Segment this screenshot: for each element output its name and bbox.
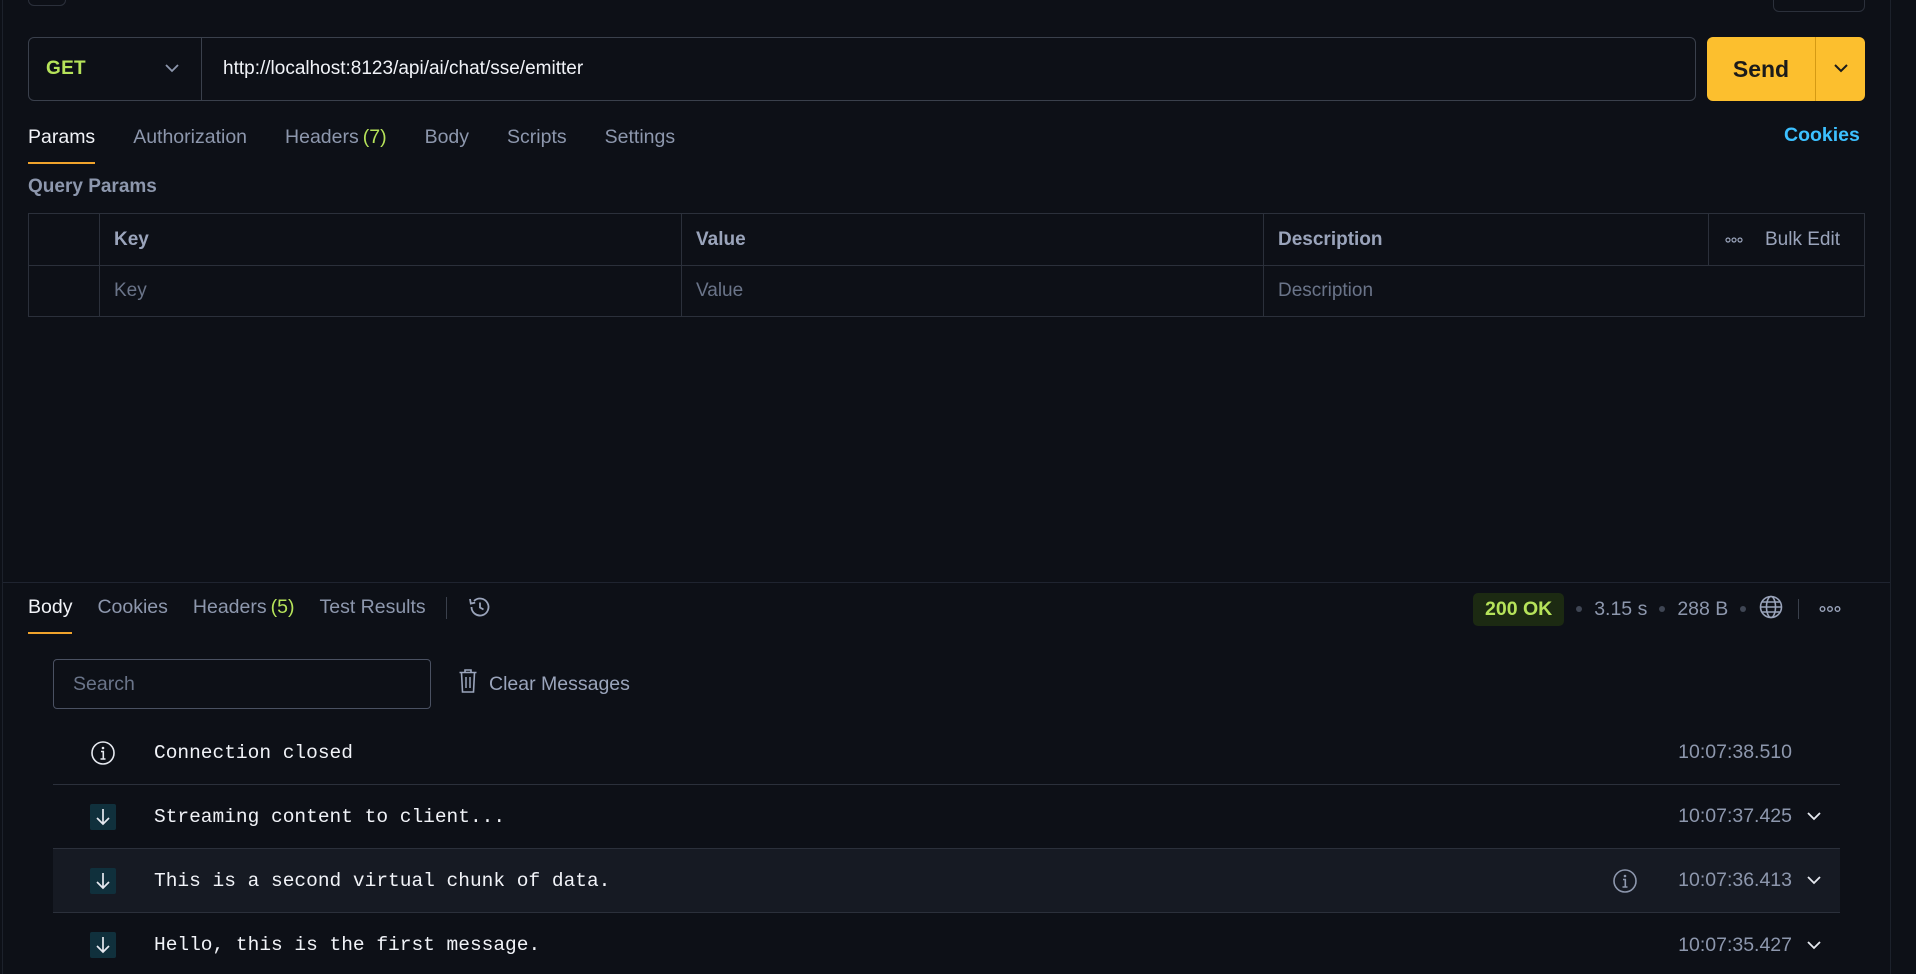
param-description-input[interactable]: Description xyxy=(1263,266,1864,316)
tab-body-label: Body xyxy=(424,126,470,148)
search-input[interactable] xyxy=(53,659,431,709)
meta-bullet xyxy=(1576,606,1583,612)
params-header-row: Key Value Description Bulk Edit xyxy=(29,214,1864,265)
param-key-input[interactable]: Key xyxy=(99,266,681,316)
send-options-button[interactable] xyxy=(1816,37,1865,101)
status-badge[interactable]: 200 OK xyxy=(1473,592,1565,626)
chevron-down-icon[interactable] xyxy=(1804,871,1824,891)
message-text: Connection closed xyxy=(154,741,353,764)
params-empty-row: Key Value Description xyxy=(29,265,1864,316)
tab-separator xyxy=(445,597,447,619)
message-timestamp: 10:07:36.413 xyxy=(1678,869,1792,891)
arrow-down-icon xyxy=(90,932,116,958)
bulk-edit-button[interactable]: Bulk Edit xyxy=(1765,229,1840,251)
send-button-group: Send xyxy=(1707,37,1865,101)
headers-count: (7) xyxy=(362,126,387,148)
tab-response-cookies[interactable]: Cookies xyxy=(97,594,167,634)
param-value-input[interactable]: Value xyxy=(681,266,1263,316)
value-column-header: Value xyxy=(681,214,1263,265)
tab-test-results-label: Test Results xyxy=(319,596,426,618)
tab-response-body[interactable]: Body xyxy=(28,594,73,634)
tab-response-headers-label: Headers xyxy=(192,596,267,618)
request-bar: GET xyxy=(28,37,1696,101)
message-timestamp: 10:07:37.425 xyxy=(1678,805,1792,827)
message-list: Connection closed 10:07:38.510 Streaming… xyxy=(53,721,1840,974)
clear-messages-label: Clear Messages xyxy=(489,672,630,695)
list-item[interactable]: Streaming content to client... 10:07:37.… xyxy=(53,785,1840,849)
tab-authorization-label: Authorization xyxy=(133,126,248,148)
list-item[interactable]: This is a second virtual chunk of data. … xyxy=(53,849,1840,913)
method-label: GET xyxy=(46,58,86,79)
row-checkbox-cell xyxy=(29,266,99,316)
list-item[interactable]: Hello, this is the first message. 10:07:… xyxy=(53,913,1840,974)
chevron-down-icon[interactable] xyxy=(1804,935,1824,955)
info-icon[interactable] xyxy=(1612,868,1638,894)
tab-test-results[interactable]: Test Results xyxy=(319,594,425,634)
clear-messages-button[interactable]: Clear Messages xyxy=(458,668,630,700)
tab-settings[interactable]: Settings xyxy=(605,124,675,164)
pane-resize-handle[interactable] xyxy=(3,582,1890,583)
meta-bullet xyxy=(1659,606,1666,612)
chevron-down-icon xyxy=(1833,60,1848,78)
more-options-icon[interactable] xyxy=(1819,600,1841,618)
cookies-link[interactable]: Cookies xyxy=(1784,124,1860,147)
tab-scripts[interactable]: Scripts xyxy=(507,124,567,164)
right-border xyxy=(1890,0,1891,974)
history-icon[interactable] xyxy=(467,594,493,625)
chevron-down-icon xyxy=(165,60,179,78)
tab-headers-label: Headers xyxy=(285,126,359,148)
globe-icon[interactable] xyxy=(1758,594,1784,625)
response-tabs: Body Cookies Headers (5) Test Results xyxy=(28,594,493,634)
toolbar-stub-left[interactable] xyxy=(28,0,66,6)
query-params-title: Query Params xyxy=(28,176,157,197)
key-column-header: Key xyxy=(99,214,681,265)
meta-bullet xyxy=(1740,606,1747,612)
tab-authorization[interactable]: Authorization xyxy=(133,124,247,164)
tab-headers[interactable]: Headers (7) xyxy=(285,124,387,164)
url-input[interactable] xyxy=(202,38,1695,100)
arrow-down-icon xyxy=(90,803,116,830)
list-item[interactable]: Connection closed 10:07:38.510 xyxy=(53,721,1840,785)
message-timestamp: 10:07:38.510 xyxy=(1678,741,1792,763)
method-select[interactable]: GET xyxy=(29,38,202,100)
message-timestamp: 10:07:35.427 xyxy=(1678,933,1792,956)
trash-icon xyxy=(458,668,478,700)
response-size[interactable]: 288 B xyxy=(1677,598,1728,621)
chevron-down-icon[interactable] xyxy=(1804,807,1824,827)
message-text: Streaming content to client... xyxy=(154,805,506,828)
request-tabs: Params Authorization Headers (7) Body Scr… xyxy=(28,124,713,164)
message-text: This is a second virtual chunk of data. xyxy=(154,869,611,892)
tab-settings-label: Settings xyxy=(604,126,676,148)
tab-response-headers[interactable]: Headers (5) xyxy=(193,594,295,634)
params-actions: Bulk Edit xyxy=(1708,214,1864,265)
params-table: Key Value Description Bulk Edit Key Valu… xyxy=(28,213,1865,317)
meta-separator xyxy=(1798,599,1800,619)
tab-params[interactable]: Params xyxy=(28,124,96,164)
response-headers-count: (5) xyxy=(270,596,295,618)
message-text: Hello, this is the first message. xyxy=(154,934,541,956)
left-border xyxy=(2,0,3,974)
toolbar-stub-right[interactable] xyxy=(1773,0,1865,12)
app-window: GET Send Params Authorization Headers(7)… xyxy=(0,0,1916,974)
tab-body[interactable]: Body xyxy=(425,124,469,164)
tab-scripts-label: Scripts xyxy=(507,126,567,148)
response-time[interactable]: 3.15 s xyxy=(1594,598,1647,621)
response-meta: 200 OK 3.15 s 288 B xyxy=(1473,592,1841,626)
more-options-icon[interactable] xyxy=(1725,236,1743,243)
tab-response-body-label: Body xyxy=(28,596,73,618)
description-column-header: Description xyxy=(1263,214,1708,265)
tab-response-cookies-label: Cookies xyxy=(97,596,168,618)
info-icon xyxy=(90,740,116,766)
tab-params-label: Params xyxy=(28,126,96,148)
send-button[interactable]: Send xyxy=(1707,37,1815,101)
arrow-down-icon xyxy=(90,867,116,894)
checkbox-column-header xyxy=(29,214,99,265)
